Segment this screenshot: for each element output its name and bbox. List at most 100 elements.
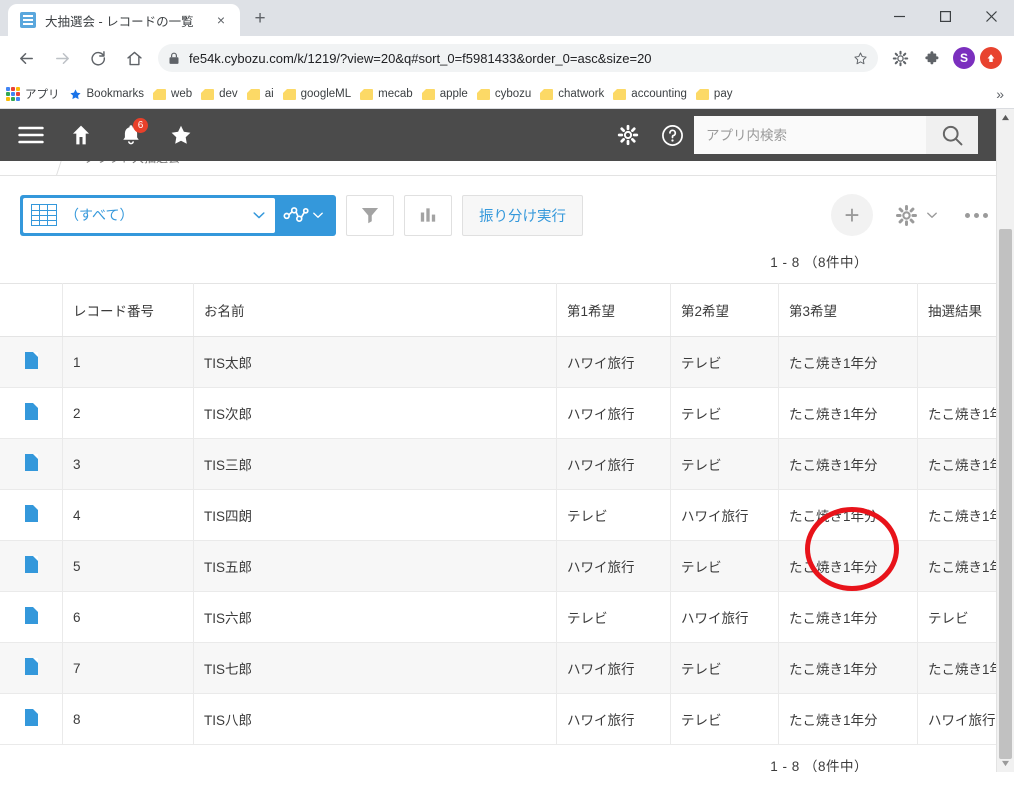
address-bar[interactable]: fe54k.cybozu.com/k/1219/?view=20&q#sort_… [158, 44, 878, 72]
back-icon[interactable] [11, 43, 41, 73]
page-scrollbar[interactable] [996, 109, 1014, 772]
table-row[interactable]: 8 TIS八郎 ハワイ旅行 テレビ たこ焼き1年分 ハワイ旅行 ✕ [0, 693, 1014, 745]
favorite-star-icon[interactable] [156, 109, 206, 161]
document-icon [24, 454, 38, 471]
bookmark-apps[interactable]: アプリ [6, 86, 60, 102]
open-record-button[interactable] [0, 540, 63, 592]
bookmark-item-mecab[interactable]: mecab [360, 88, 413, 100]
star-icon [69, 88, 82, 101]
bookmark-item-accounting[interactable]: accounting [613, 88, 687, 100]
open-record-button[interactable] [0, 591, 63, 643]
bookmark-label: accounting [631, 88, 687, 100]
table-row[interactable]: 4 TIS四朗 テレビ ハワイ旅行 たこ焼き1年分 たこ焼き1年分 ✕ [0, 489, 1014, 541]
close-button[interactable] [968, 0, 1014, 32]
bookmark-item-cybozu[interactable]: cybozu [476, 88, 531, 100]
tab-close-icon[interactable]: × [212, 11, 230, 29]
chevron-down-icon [313, 212, 323, 218]
notification-badge: 6 [133, 118, 148, 133]
table-row[interactable]: 1 TIS太郎 ハワイ旅行 テレビ たこ焼き1年分 ✕ [0, 336, 1014, 388]
open-record-button[interactable] [0, 693, 63, 745]
hamburger-menu-icon[interactable] [6, 109, 56, 161]
column-wish1[interactable]: 第1希望 [556, 283, 671, 337]
maximize-button[interactable] [922, 0, 968, 32]
view-selector-field[interactable]: （すべて） [23, 197, 275, 233]
browser-tab[interactable]: 大抽選会 - レコードの一覧 × [8, 4, 240, 36]
scroll-up-arrow[interactable] [997, 109, 1014, 126]
cell-wish3: たこ焼き1年分 [778, 693, 918, 745]
bookmark-label: mecab [378, 88, 413, 100]
folder-icon [476, 88, 490, 100]
column-name[interactable]: お名前 [193, 283, 557, 337]
home-icon[interactable] [56, 109, 106, 161]
chart-button[interactable] [404, 194, 452, 236]
exec-assign-button[interactable]: 振り分け実行 [462, 194, 583, 236]
bookmark-apps-label: アプリ [25, 89, 60, 101]
document-icon [24, 607, 38, 624]
reload-icon[interactable] [83, 43, 113, 73]
forward-icon[interactable] [47, 43, 77, 73]
update-icon[interactable] [980, 47, 1002, 69]
folder-icon [360, 88, 374, 100]
graph-toggle-button[interactable] [275, 205, 333, 225]
bookmark-item-web[interactable]: web [153, 88, 192, 100]
bookmark-item-dev[interactable]: dev [201, 88, 238, 100]
bookmarks-overflow-button[interactable]: » [996, 86, 1004, 102]
paging-bottom: 1 - 8 （8件中） [770, 759, 868, 772]
document-icon [24, 352, 38, 369]
search-button[interactable] [926, 116, 978, 154]
open-record-button[interactable] [0, 489, 63, 541]
bookmark-item-googleml[interactable]: googleML [282, 88, 351, 100]
bookmark-label: web [171, 88, 193, 100]
open-record-button[interactable] [0, 336, 63, 388]
gear-icon[interactable] [606, 109, 650, 161]
bookmark-star-icon[interactable] [853, 51, 868, 66]
open-record-button[interactable] [0, 438, 63, 490]
bookmark-item-chatwork[interactable]: chatwork [540, 88, 604, 100]
home-icon[interactable] [119, 43, 149, 73]
column-wish3[interactable]: 第3希望 [778, 283, 918, 337]
document-icon [24, 505, 38, 522]
page-content: クラウド大抽選会 6 [0, 109, 1014, 772]
table-row[interactable]: 7 TIS七郎 ハワイ旅行 テレビ たこ焼き1年分 たこ焼き1年分 ✕ [0, 642, 1014, 694]
bookmark-label: ai [264, 88, 274, 100]
help-icon[interactable] [650, 109, 694, 161]
cell-wish1: テレビ [556, 591, 671, 643]
table-row[interactable]: 6 TIS六郎 テレビ ハワイ旅行 たこ焼き1年分 テレビ ✕ [0, 591, 1014, 643]
tab-strip: 大抽選会 - レコードの一覧 × + [0, 0, 1014, 36]
app-search-box[interactable] [694, 116, 926, 154]
app-settings-button[interactable] [895, 204, 939, 227]
open-record-button[interactable] [0, 642, 63, 694]
puzzle-piece-icon[interactable] [919, 45, 945, 71]
filter-button[interactable] [346, 194, 394, 236]
scroll-thumb[interactable] [999, 229, 1012, 759]
more-menu-button[interactable] [965, 212, 988, 218]
search-input[interactable] [704, 126, 916, 144]
chevron-down-icon [927, 212, 937, 218]
cell-record-number: 2 [62, 387, 194, 439]
column-wish2[interactable]: 第2希望 [670, 283, 779, 337]
cell-wish3: たこ焼き1年分 [778, 387, 918, 439]
extension-gear-icon[interactable] [887, 45, 913, 71]
bookmark-item-ai[interactable]: ai [246, 88, 274, 100]
open-record-button[interactable] [0, 387, 63, 439]
table-row[interactable]: 3 TIS三郎 ハワイ旅行 テレビ たこ焼き1年分 たこ焼き1年分 ✕ [0, 438, 1014, 490]
view-selector[interactable]: （すべて） [20, 194, 336, 236]
cell-record-number: 5 [62, 540, 194, 592]
table-row[interactable]: 2 TIS次郎 ハワイ旅行 テレビ たこ焼き1年分 たこ焼き1年分 ✕ [0, 387, 1014, 439]
bookmark-item-pay[interactable]: pay [695, 88, 732, 100]
scroll-down-arrow[interactable] [997, 755, 1014, 772]
cell-wish1: ハワイ旅行 [556, 387, 671, 439]
records-table: レコード番号 お名前 第1希望 第2希望 第3希望 抽選結果 1 TIS太郎 ハ… [0, 283, 1014, 745]
cell-wish1: ハワイ旅行 [556, 336, 671, 388]
column-record-number[interactable]: レコード番号 [62, 283, 194, 337]
table-row[interactable]: 5 TIS五郎 ハワイ旅行 テレビ たこ焼き1年分 たこ焼き1年分 ✕ [0, 540, 1014, 592]
profile-avatar[interactable]: S [953, 47, 975, 69]
minimize-button[interactable] [876, 0, 922, 32]
new-tab-button[interactable]: + [246, 5, 274, 33]
notification-bell-icon[interactable]: 6 [106, 109, 156, 161]
bookmark-item-apple[interactable]: apple [421, 88, 468, 100]
bookmark-item-bookmarks[interactable]: Bookmarks [69, 88, 144, 101]
chevron-down-icon[interactable] [251, 207, 267, 223]
paging-top: 1 - 8 （8件中） [770, 255, 868, 270]
add-record-button[interactable]: + [831, 194, 873, 236]
